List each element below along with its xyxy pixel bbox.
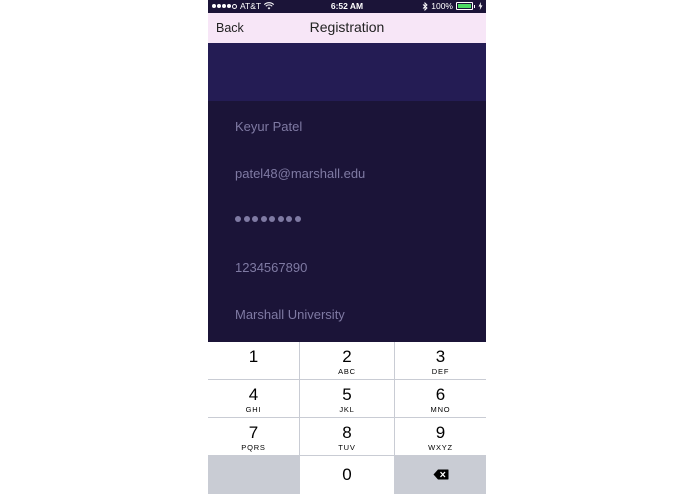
- page-title: Registration: [309, 19, 385, 35]
- key-digit: 9: [435, 423, 446, 442]
- password-dot: [277, 216, 284, 222]
- key-2[interactable]: 2 ABC: [300, 342, 394, 379]
- password-dot: [252, 216, 258, 222]
- key-digit: 6: [435, 385, 446, 404]
- key-7[interactable]: 7 PQRS: [208, 418, 299, 455]
- key-6[interactable]: 6 MNO: [395, 380, 486, 417]
- status-right: 100%: [422, 1, 483, 11]
- key-blank: [208, 456, 299, 494]
- battery-tip: [474, 4, 475, 8]
- bluetooth-icon: [422, 1, 428, 11]
- delete-key[interactable]: [395, 456, 486, 494]
- email-field[interactable]: patel48@marshall.edu: [235, 166, 475, 181]
- phone-screen: AT&T 6:52 AM 100% Back Registration Keyu…: [208, 0, 486, 494]
- key-digit: 7: [248, 423, 259, 442]
- battery-percent: 100%: [431, 1, 453, 11]
- battery-icon: [456, 2, 473, 10]
- university-field[interactable]: Marshall University: [235, 307, 475, 322]
- key-8[interactable]: 8 TUV: [300, 418, 394, 455]
- key-letters: WXYZ: [428, 443, 453, 452]
- key-digit: 2: [342, 347, 352, 366]
- key-4[interactable]: 4 GHI: [208, 380, 299, 417]
- phone-field[interactable]: 1234567890: [235, 260, 475, 275]
- backspace-icon: [433, 469, 448, 480]
- navigation-bar: Back Registration: [208, 13, 486, 43]
- password-dot: [260, 216, 267, 222]
- registration-form: Keyur Patel patel48@marshall.edu 1234567…: [208, 101, 486, 342]
- key-letters: TUV: [338, 443, 356, 452]
- numeric-keypad: 1 2 ABC 3 DEF 4 GHI 5 JKL 6 MNO 7 PQRS 8…: [208, 342, 486, 494]
- password-dot: [269, 216, 275, 222]
- key-digit: 8: [342, 423, 352, 442]
- key-digit: 0: [342, 465, 352, 484]
- key-5[interactable]: 5 JKL: [300, 380, 394, 417]
- key-letters: JKL: [339, 405, 355, 414]
- key-letters: MNO: [430, 405, 451, 414]
- key-letters: PQRS: [241, 443, 266, 452]
- key-3[interactable]: 3 DEF: [395, 342, 486, 379]
- key-digit: 3: [435, 347, 446, 366]
- password-dot: [243, 216, 250, 222]
- password-dot: [294, 216, 301, 222]
- key-digit: 1: [248, 347, 259, 366]
- key-digit: 5: [342, 385, 352, 404]
- status-bar: AT&T 6:52 AM 100%: [208, 0, 486, 13]
- header-band: [208, 43, 486, 101]
- key-letters: ABC: [338, 367, 356, 376]
- key-letters: DEF: [431, 367, 450, 376]
- name-field[interactable]: Keyur Patel: [235, 119, 475, 134]
- key-1[interactable]: 1: [208, 342, 299, 379]
- password-dot: [286, 216, 292, 222]
- key-digit: 4: [248, 385, 259, 404]
- password-field[interactable]: [235, 216, 475, 222]
- key-0[interactable]: 0: [300, 456, 394, 494]
- charging-icon: [478, 2, 483, 10]
- key-letters: GHI: [245, 405, 262, 414]
- password-dot: [235, 216, 241, 222]
- key-9[interactable]: 9 WXYZ: [395, 418, 486, 455]
